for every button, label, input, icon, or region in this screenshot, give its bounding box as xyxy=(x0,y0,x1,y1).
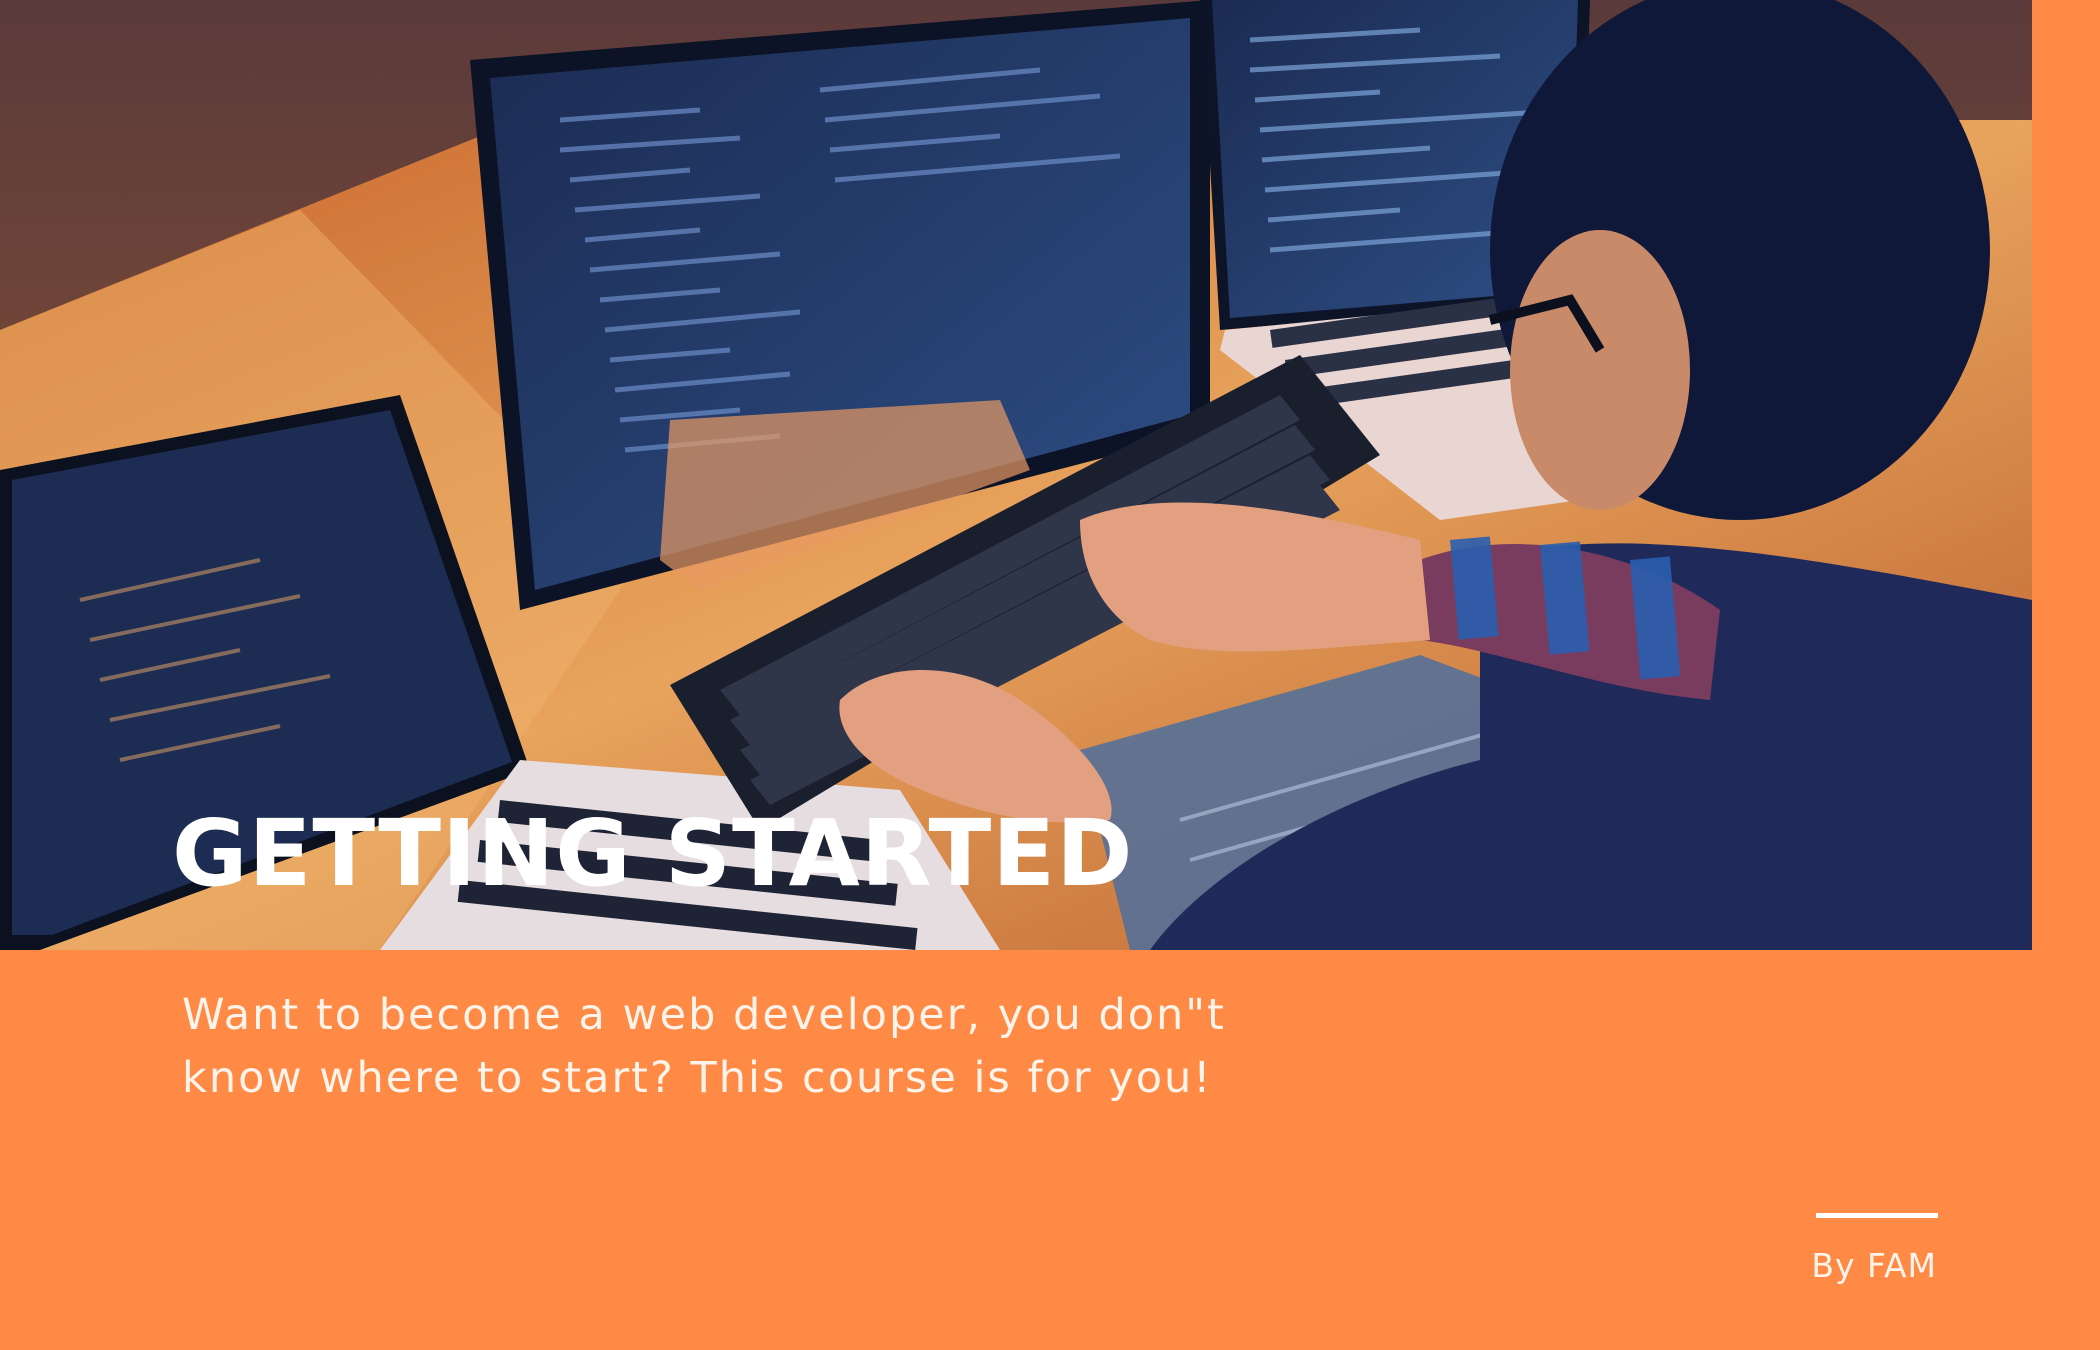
course-tagline: Want to become a web developer, you don"… xyxy=(182,984,1382,1110)
author-credit: By FAM xyxy=(1811,1246,1937,1285)
tagline-line-2: know where to start? This course is for … xyxy=(182,1053,1213,1103)
tagline-line-1: Want to become a web developer, you don"… xyxy=(182,990,1226,1040)
hero-photo: GETTING STARTED xyxy=(0,0,2032,950)
hero-title: GETTING STARTED xyxy=(172,800,1134,907)
slide: GETTING STARTED Want to become a web dev… xyxy=(0,0,2100,1350)
author-divider xyxy=(1816,1213,1938,1218)
